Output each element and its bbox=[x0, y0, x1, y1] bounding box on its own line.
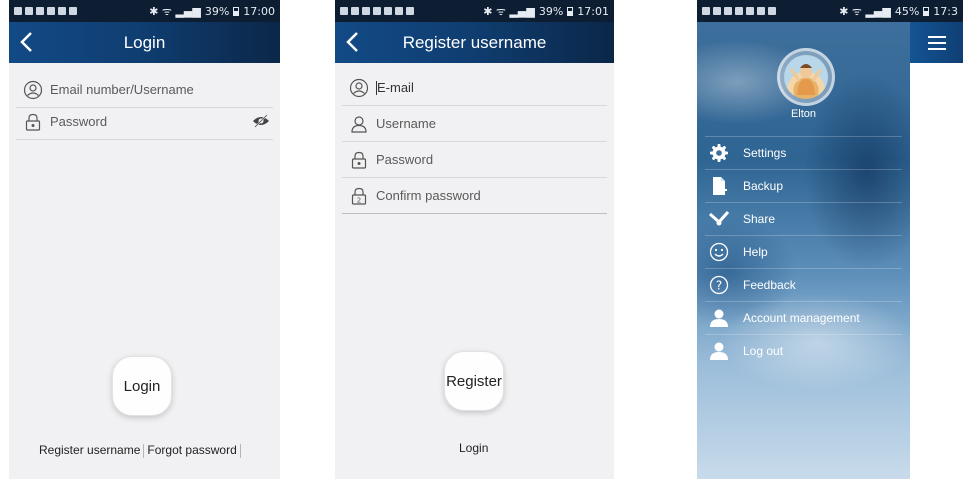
confirm-password-field[interactable]: 2 Confirm password bbox=[342, 178, 607, 214]
svg-text:?: ? bbox=[716, 279, 722, 293]
menu-item-log-out[interactable]: Log out bbox=[705, 334, 902, 367]
password-field[interactable]: Password bbox=[342, 142, 607, 178]
battery-level: 39% bbox=[204, 4, 230, 18]
notification-icons bbox=[702, 7, 776, 15]
person-icon bbox=[710, 342, 728, 360]
svg-text:2: 2 bbox=[357, 196, 361, 204]
username-placeholder: Username bbox=[376, 116, 436, 131]
menu-item-label: Backup bbox=[743, 179, 784, 193]
user-circle-icon bbox=[23, 80, 43, 99]
lock-icon bbox=[351, 151, 367, 169]
menu-item-account-management[interactable]: Account management bbox=[705, 301, 902, 334]
email-placeholder: E-mail bbox=[377, 80, 414, 95]
gear-icon bbox=[710, 144, 728, 162]
forgot-password-link[interactable]: Forgot password bbox=[147, 443, 236, 457]
question-icon: ? bbox=[709, 275, 729, 295]
menu-item-label: Log out bbox=[743, 344, 784, 358]
password-placeholder: Password bbox=[376, 152, 434, 167]
app-bar: Register username bbox=[335, 22, 614, 63]
drawer-screen: ✱ ᯤ ▂▄▆ 45% 17:3 Elton Settings Backup S… bbox=[697, 0, 963, 479]
menu-item-feedback[interactable]: ? Feedback bbox=[705, 268, 902, 301]
footer-links: Register username Forgot password bbox=[39, 443, 244, 458]
clock: 17:3 bbox=[933, 4, 958, 18]
lock-icon bbox=[25, 113, 41, 131]
smiley-icon bbox=[709, 242, 729, 262]
menu-item-share[interactable]: Share bbox=[705, 202, 902, 235]
child-photo-icon bbox=[789, 64, 823, 95]
menu-item-label: Account management bbox=[743, 311, 860, 325]
username-placeholder: Email number/Username bbox=[50, 82, 194, 97]
person-icon bbox=[710, 309, 728, 327]
hide-password-icon[interactable] bbox=[252, 114, 270, 128]
battery-icon bbox=[567, 6, 574, 16]
user-circle-icon bbox=[349, 78, 369, 97]
clock: 17:01 bbox=[577, 4, 609, 18]
menu-item-label: Feedback bbox=[743, 278, 796, 292]
register-username-link[interactable]: Register username bbox=[39, 443, 140, 457]
status-bar: ✱ ᯤ ▂▄▆ 45% 17:3 bbox=[697, 0, 963, 22]
menu-item-label: Settings bbox=[743, 146, 787, 160]
content-behind-drawer[interactable] bbox=[910, 22, 963, 479]
page-title: Login bbox=[123, 32, 166, 52]
password-placeholder: Password bbox=[50, 114, 108, 129]
share-icon bbox=[709, 210, 729, 226]
status-bar: ✱ ᯤ ▂▄▆ 39% 17:00 bbox=[9, 0, 280, 22]
login-link[interactable]: Login bbox=[459, 441, 488, 455]
menu-item-backup[interactable]: Backup bbox=[705, 169, 902, 202]
signal-icon: ✱ ᯤ ▂▄▆ bbox=[149, 4, 201, 18]
login-button[interactable]: Login bbox=[112, 356, 172, 416]
register-button[interactable]: Register bbox=[444, 351, 504, 411]
username-field[interactable]: Email number/Username bbox=[16, 72, 273, 108]
hamburger-icon bbox=[927, 35, 946, 50]
username-field[interactable]: Username bbox=[342, 106, 607, 142]
confirm-password-placeholder: Confirm password bbox=[376, 188, 481, 203]
battery-icon bbox=[923, 6, 930, 16]
back-arrow-icon[interactable] bbox=[342, 30, 366, 54]
person-icon bbox=[351, 115, 367, 133]
battery-level: 45% bbox=[894, 4, 920, 18]
hamburger-menu-button[interactable] bbox=[910, 22, 963, 63]
status-bar: ✱ ᯤ ▂▄▆ 39% 17:01 bbox=[335, 0, 614, 22]
menu-item-label: Share bbox=[743, 212, 776, 226]
clock: 17:00 bbox=[243, 4, 275, 18]
register-screen: ✱ ᯤ ▂▄▆ 39% 17:01 Register username E-ma… bbox=[335, 0, 614, 479]
notification-icons bbox=[14, 7, 77, 15]
menu-item-help[interactable]: Help bbox=[705, 235, 902, 268]
signal-icon: ✱ ᯤ ▂▄▆ bbox=[483, 4, 535, 18]
avatar[interactable] bbox=[777, 48, 835, 106]
battery-level: 39% bbox=[538, 4, 564, 18]
login-screen: ✱ ᯤ ▂▄▆ 39% 17:00 Login Email number/Use… bbox=[9, 0, 280, 479]
user-name: Elton bbox=[790, 108, 817, 120]
signal-icon: ✱ ᯤ ▂▄▆ bbox=[839, 4, 891, 18]
battery-icon bbox=[233, 6, 240, 16]
menu-item-label: Help bbox=[743, 245, 768, 259]
password-field[interactable]: Password bbox=[16, 104, 273, 140]
email-field[interactable]: E-mail bbox=[342, 70, 607, 106]
notification-icons bbox=[340, 7, 414, 15]
back-arrow-icon[interactable] bbox=[16, 30, 40, 54]
document-icon bbox=[713, 177, 727, 195]
lock-2-icon: 2 bbox=[351, 187, 367, 205]
avatar-photo bbox=[784, 55, 828, 99]
page-title: Register username bbox=[402, 32, 547, 52]
app-bar: Login bbox=[9, 22, 280, 63]
menu-item-settings[interactable]: Settings bbox=[705, 136, 902, 169]
